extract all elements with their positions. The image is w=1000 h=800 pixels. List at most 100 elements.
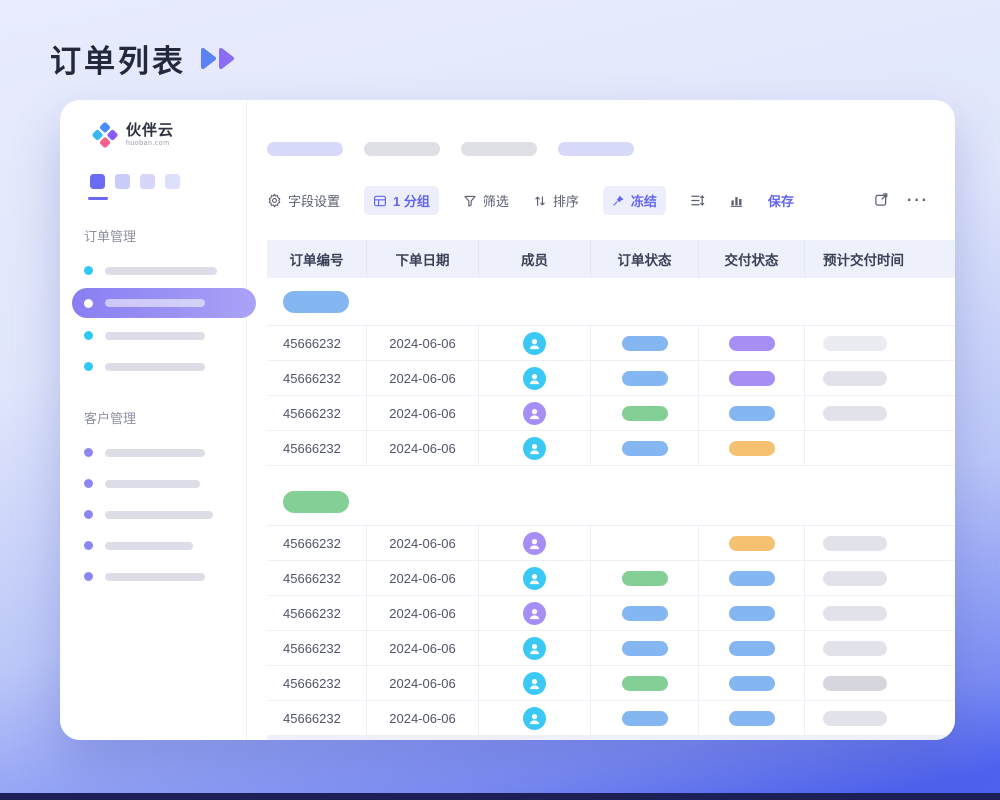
cell-eta[interactable] bbox=[805, 701, 955, 735]
table-row[interactable]: 456662322024-06-06 bbox=[267, 396, 955, 431]
cell-order-date[interactable]: 2024-06-06 bbox=[367, 666, 479, 700]
sidebar-item[interactable] bbox=[60, 561, 246, 592]
member-avatar[interactable] bbox=[523, 567, 546, 590]
cell-delivery-status[interactable] bbox=[699, 701, 805, 735]
cell-order-status[interactable] bbox=[591, 596, 699, 630]
cell-order-date[interactable]: 2024-06-06 bbox=[367, 561, 479, 595]
cell-order-status[interactable] bbox=[591, 396, 699, 430]
member-avatar[interactable] bbox=[523, 402, 546, 425]
column-header[interactable]: 预计交付时间 bbox=[805, 240, 955, 278]
cell-order-no[interactable]: 45666232 bbox=[267, 361, 367, 395]
cell-order-status[interactable] bbox=[591, 561, 699, 595]
member-avatar[interactable] bbox=[523, 332, 546, 355]
member-avatar[interactable] bbox=[523, 532, 546, 555]
cell-member[interactable] bbox=[479, 431, 591, 465]
cell-order-status[interactable] bbox=[591, 701, 699, 735]
sidebar-item[interactable] bbox=[72, 288, 256, 318]
cell-member[interactable] bbox=[479, 326, 591, 360]
more-button[interactable]: ··· bbox=[907, 192, 929, 210]
cell-order-no[interactable]: 45666232 bbox=[267, 561, 367, 595]
sidebar-item[interactable] bbox=[60, 530, 246, 561]
cell-order-status[interactable] bbox=[591, 326, 699, 360]
workspace-tab[interactable] bbox=[140, 174, 155, 189]
cell-delivery-status[interactable] bbox=[699, 431, 805, 465]
table-row[interactable]: 456662322024-06-06 bbox=[267, 701, 955, 736]
column-header[interactable]: 下单日期 bbox=[367, 240, 479, 278]
cell-delivery-status[interactable] bbox=[699, 326, 805, 360]
field-settings-button[interactable]: 字段设置 bbox=[267, 191, 340, 210]
cell-delivery-status[interactable] bbox=[699, 526, 805, 560]
cell-member[interactable] bbox=[479, 526, 591, 560]
cell-eta[interactable] bbox=[805, 631, 955, 665]
member-avatar[interactable] bbox=[523, 637, 546, 660]
chart-button[interactable] bbox=[729, 193, 744, 208]
group-button[interactable]: 1 分组 bbox=[364, 186, 439, 215]
cell-delivery-status[interactable] bbox=[699, 666, 805, 700]
table-row[interactable]: 456662322024-06-06 bbox=[267, 561, 955, 596]
sidebar-item[interactable] bbox=[60, 255, 246, 286]
table-row[interactable]: 456662322024-06-06 bbox=[267, 361, 955, 396]
cell-member[interactable] bbox=[479, 631, 591, 665]
member-avatar[interactable] bbox=[523, 707, 546, 730]
cell-order-date[interactable]: 2024-06-06 bbox=[367, 596, 479, 630]
cell-delivery-status[interactable] bbox=[699, 361, 805, 395]
cell-order-status[interactable] bbox=[591, 431, 699, 465]
cell-eta[interactable] bbox=[805, 361, 955, 395]
cell-order-status[interactable] bbox=[591, 361, 699, 395]
freeze-button[interactable]: 冻结 bbox=[603, 186, 666, 215]
cell-order-no[interactable]: 45666232 bbox=[267, 666, 367, 700]
column-header[interactable]: 订单编号 bbox=[267, 240, 367, 278]
sidebar-item[interactable] bbox=[60, 320, 246, 351]
cell-eta[interactable] bbox=[805, 396, 955, 430]
workspace-tab[interactable] bbox=[165, 174, 180, 189]
cell-order-date[interactable]: 2024-06-06 bbox=[367, 701, 479, 735]
workspace-tab[interactable] bbox=[115, 174, 130, 189]
cell-delivery-status[interactable] bbox=[699, 631, 805, 665]
member-avatar[interactable] bbox=[523, 367, 546, 390]
column-header[interactable]: 交付状态 bbox=[699, 240, 805, 278]
cell-order-date[interactable]: 2024-06-06 bbox=[367, 361, 479, 395]
filter-button[interactable]: 筛选 bbox=[463, 191, 509, 210]
cell-member[interactable] bbox=[479, 701, 591, 735]
cell-eta[interactable] bbox=[805, 561, 955, 595]
cell-eta[interactable] bbox=[805, 431, 955, 465]
share-icon[interactable] bbox=[874, 192, 889, 210]
table-row[interactable]: 456662322024-06-06 bbox=[267, 666, 955, 701]
cell-member[interactable] bbox=[479, 666, 591, 700]
member-avatar[interactable] bbox=[523, 672, 546, 695]
cell-delivery-status[interactable] bbox=[699, 396, 805, 430]
cell-order-no[interactable]: 45666232 bbox=[267, 631, 367, 665]
cell-delivery-status[interactable] bbox=[699, 596, 805, 630]
sort-button[interactable]: 排序 bbox=[533, 191, 579, 210]
cell-order-no[interactable]: 45666232 bbox=[267, 396, 367, 430]
cell-eta[interactable] bbox=[805, 526, 955, 560]
cell-order-no[interactable]: 45666232 bbox=[267, 596, 367, 630]
sidebar-item[interactable] bbox=[60, 437, 246, 468]
group-header-row[interactable] bbox=[267, 278, 955, 326]
cell-order-status[interactable] bbox=[591, 666, 699, 700]
cell-order-no[interactable]: 45666232 bbox=[267, 526, 367, 560]
app-logo[interactable]: 伙伴云 huoban.com bbox=[92, 122, 246, 148]
group-header-row[interactable] bbox=[267, 478, 955, 526]
cell-order-no[interactable]: 45666232 bbox=[267, 326, 367, 360]
cell-member[interactable] bbox=[479, 561, 591, 595]
member-avatar[interactable] bbox=[523, 437, 546, 460]
cell-delivery-status[interactable] bbox=[699, 561, 805, 595]
column-header[interactable]: 订单状态 bbox=[591, 240, 699, 278]
cell-order-date[interactable]: 2024-06-06 bbox=[367, 631, 479, 665]
cell-member[interactable] bbox=[479, 396, 591, 430]
cell-member[interactable] bbox=[479, 361, 591, 395]
cell-order-no[interactable]: 45666232 bbox=[267, 431, 367, 465]
sidebar-item[interactable] bbox=[60, 468, 246, 499]
cell-order-date[interactable]: 2024-06-06 bbox=[367, 431, 479, 465]
member-avatar[interactable] bbox=[523, 602, 546, 625]
cell-member[interactable] bbox=[479, 596, 591, 630]
sidebar-item[interactable] bbox=[60, 499, 246, 530]
table-row[interactable]: 456662322024-06-06 bbox=[267, 431, 955, 466]
column-header[interactable]: 成员 bbox=[479, 240, 591, 278]
cell-eta[interactable] bbox=[805, 596, 955, 630]
cell-order-status[interactable] bbox=[591, 631, 699, 665]
row-height-button[interactable] bbox=[690, 193, 705, 208]
cell-order-date[interactable]: 2024-06-06 bbox=[367, 326, 479, 360]
cell-order-no[interactable]: 45666232 bbox=[267, 701, 367, 735]
